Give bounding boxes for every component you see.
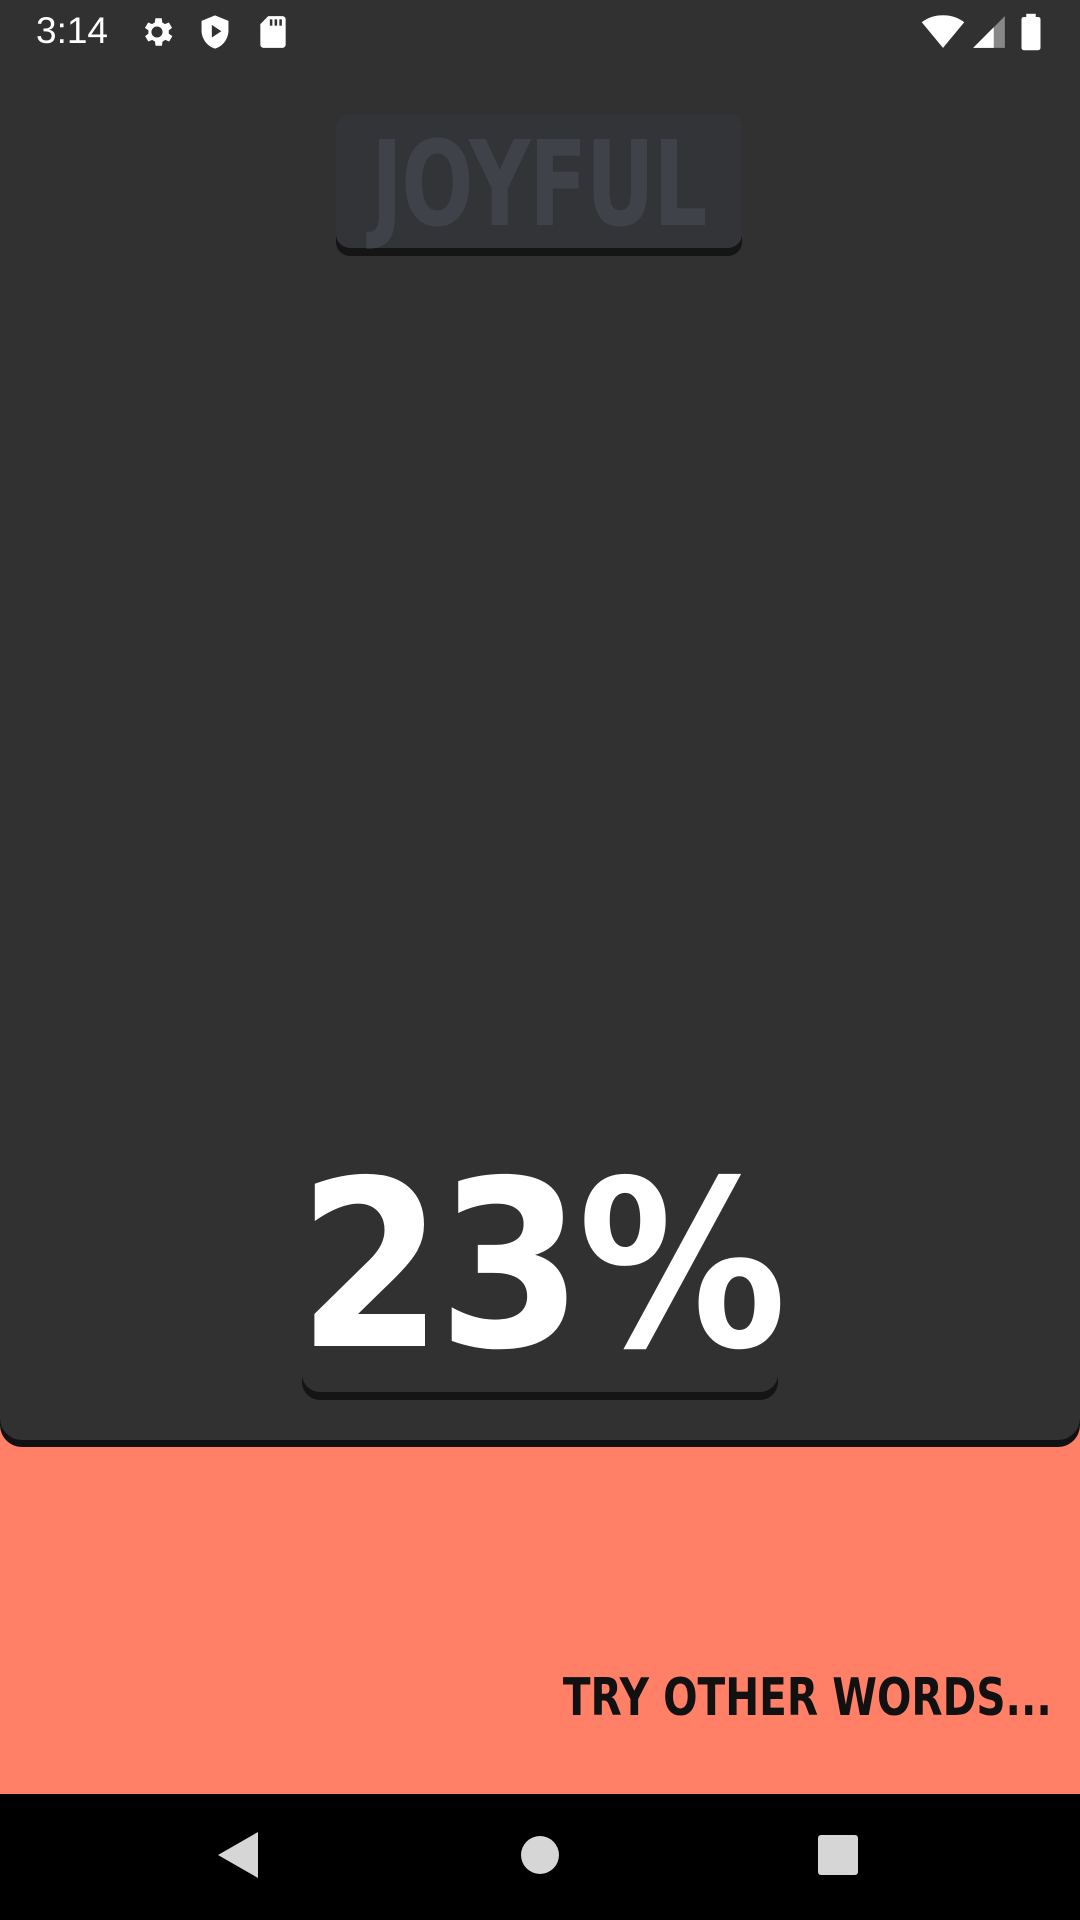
- navigation-bar: [0, 1794, 1080, 1920]
- back-button[interactable]: [196, 1814, 282, 1900]
- gear-icon: [138, 13, 176, 51]
- app-screen: 3:14 JOYFUL 23% TRY OTHER WORDS...: [0, 0, 1080, 1920]
- home-circle-icon: [520, 1835, 560, 1880]
- recents-button[interactable]: [795, 1814, 881, 1900]
- word-label: JOYFUL: [371, 115, 708, 253]
- home-button[interactable]: [497, 1814, 583, 1900]
- recents-square-icon: [817, 1834, 859, 1881]
- percent-value: 23%: [298, 1131, 787, 1401]
- signal-icon: [970, 13, 1008, 51]
- status-bar: 3:14: [0, 0, 1080, 64]
- sd-card-icon: [254, 13, 292, 51]
- word-card: JOYFUL: [336, 114, 742, 248]
- percent-card: 23%: [298, 1140, 787, 1392]
- battery-icon: [1016, 13, 1046, 51]
- try-other-words-button[interactable]: TRY OTHER WORDS...: [563, 1668, 1052, 1728]
- status-time: 3:14: [36, 10, 109, 51]
- back-triangle-icon: [216, 1830, 262, 1885]
- wifi-icon: [920, 13, 966, 51]
- shield-play-icon: [196, 13, 234, 51]
